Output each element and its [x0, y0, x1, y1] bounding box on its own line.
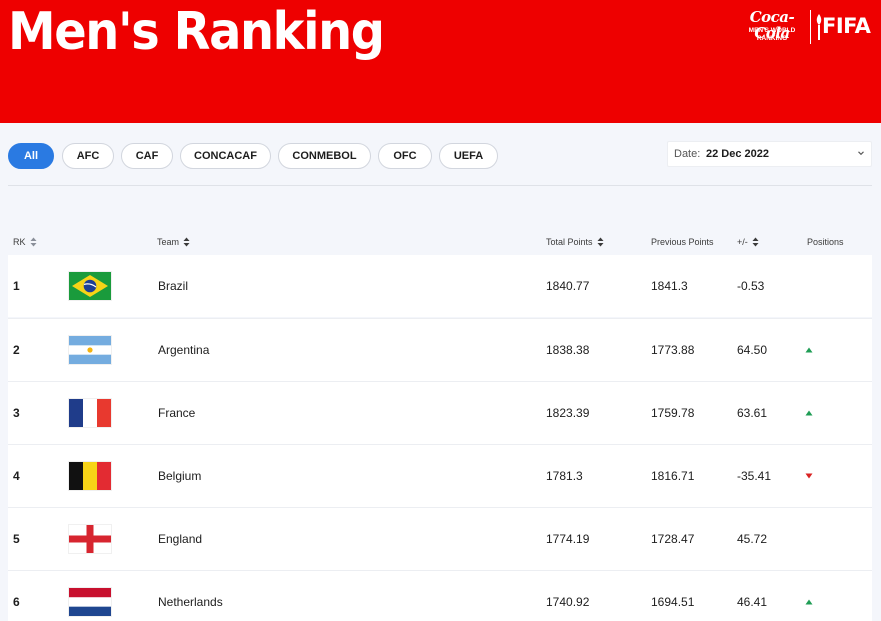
france-flag-icon: [69, 399, 111, 427]
total-points-cell: 1781.3: [546, 469, 583, 483]
page-title: Men's Ranking: [8, 2, 385, 62]
previous-points-cell: 1841.3: [651, 279, 688, 293]
sort-icon: [752, 237, 759, 247]
sort-icon: [30, 237, 37, 247]
table-row[interactable]: 5 England 1774.19 1728.47 45.72: [8, 508, 872, 570]
filter-chip-conmebol[interactable]: CONMEBOL: [278, 143, 371, 169]
points-diff-cell: -35.41: [737, 469, 772, 483]
column-header-rank[interactable]: RK: [13, 237, 37, 247]
previous-points-cell: 1773.88: [651, 343, 695, 357]
filter-chip-concacaf[interactable]: CONCACAF: [180, 143, 271, 169]
team-name[interactable]: France: [158, 406, 195, 420]
rank-cell: 5: [13, 532, 20, 546]
date-select[interactable]: Date: 22 Dec 2022: [667, 141, 872, 167]
team-name[interactable]: Netherlands: [158, 595, 223, 609]
netherlands-flag-icon: [69, 588, 111, 616]
table-row[interactable]: 6 Netherlands 1740.92 1694.51 46.41: [8, 571, 872, 621]
team-name[interactable]: England: [158, 532, 202, 546]
rank-cell: 1: [13, 279, 20, 293]
brand-divider: [810, 10, 811, 44]
column-label: +/-: [737, 237, 748, 247]
filter-chip-caf[interactable]: CAF: [121, 143, 173, 169]
chevron-down-icon: [858, 151, 864, 156]
total-points-cell: 1740.92: [546, 595, 590, 609]
column-header-diff[interactable]: +/-: [737, 237, 759, 247]
column-header-previous-points: Previous Points: [651, 237, 714, 247]
total-points-cell: 1838.38: [546, 343, 590, 357]
column-label: Total Points: [546, 237, 593, 247]
argentina-flag-icon: [69, 336, 111, 364]
rank-cell: 3: [13, 406, 20, 420]
filter-chip-ofc[interactable]: OFC: [378, 143, 432, 169]
table-row[interactable]: 1 Brazil 1840.77 1841.3 -0.53: [8, 255, 872, 317]
page-header: Men's Ranking Coca-Cola MEN'S WORLD RANK…: [0, 0, 881, 123]
column-label: Positions: [807, 237, 844, 247]
points-diff-cell: -0.53: [737, 279, 765, 293]
table-header: RK Team Total Points Previous Points +/-…: [8, 231, 872, 255]
previous-points-cell: 1759.78: [651, 406, 695, 420]
total-points-cell: 1774.19: [546, 532, 590, 546]
belgium-flag-icon: [69, 462, 111, 490]
rank-cell: 2: [13, 343, 20, 357]
fifa-logo: FIFA: [822, 14, 871, 38]
column-header-positions: Positions: [807, 237, 844, 247]
confederation-filter: All AFC CAF CONCACAF CONMEBOL OFC UEFA: [0, 143, 600, 169]
filter-chip-uefa[interactable]: UEFA: [439, 143, 498, 169]
table-row[interactable]: 4 Belgium 1781.3 1816.71 -35.41: [8, 445, 872, 507]
filter-chip-afc[interactable]: AFC: [62, 143, 114, 169]
previous-points-cell: 1728.47: [651, 532, 695, 546]
points-diff-cell: 63.61: [737, 406, 768, 420]
team-name[interactable]: Argentina: [158, 343, 209, 357]
position-up-icon: [805, 410, 813, 416]
position-up-icon: [805, 599, 813, 605]
rank-cell: 4: [13, 469, 20, 483]
previous-points-cell: 1694.51: [651, 595, 695, 609]
team-name[interactable]: Belgium: [158, 469, 201, 483]
team-name[interactable]: Brazil: [158, 279, 188, 293]
points-diff-cell: 64.50: [737, 343, 768, 357]
table-row[interactable]: 3 France 1823.39 1759.78 63.61: [8, 382, 872, 444]
date-label: Date:: [674, 148, 701, 160]
column-header-total-points[interactable]: Total Points: [546, 237, 604, 247]
brazil-flag-icon: [69, 272, 111, 300]
divider: [8, 185, 872, 186]
column-header-team[interactable]: Team: [157, 237, 190, 247]
position-up-icon: [805, 347, 813, 353]
filter-chip-all[interactable]: All: [8, 143, 54, 169]
column-label: Team: [157, 237, 180, 247]
points-diff-cell: 46.41: [737, 595, 768, 609]
sort-icon: [183, 237, 190, 247]
total-points-cell: 1823.39: [546, 406, 590, 420]
points-diff-cell: 45.72: [737, 532, 768, 546]
previous-points-cell: 1816.71: [651, 469, 695, 483]
column-label: RK: [13, 237, 26, 247]
sort-icon: [597, 237, 604, 247]
brand-logo: Coca-Cola MEN'S WORLD RANKING FIFA: [738, 8, 874, 52]
total-points-cell: 1840.77: [546, 279, 590, 293]
position-down-icon: [805, 473, 813, 479]
england-flag-icon: [69, 525, 111, 553]
table-row[interactable]: 2 Argentina 1838.38 1773.88 64.50: [8, 319, 872, 381]
brand-subtitle: MEN'S WORLD RANKING: [748, 27, 796, 42]
rank-cell: 6: [13, 595, 20, 609]
date-value: 22 Dec 2022: [706, 148, 769, 160]
column-label: Previous Points: [651, 237, 714, 247]
